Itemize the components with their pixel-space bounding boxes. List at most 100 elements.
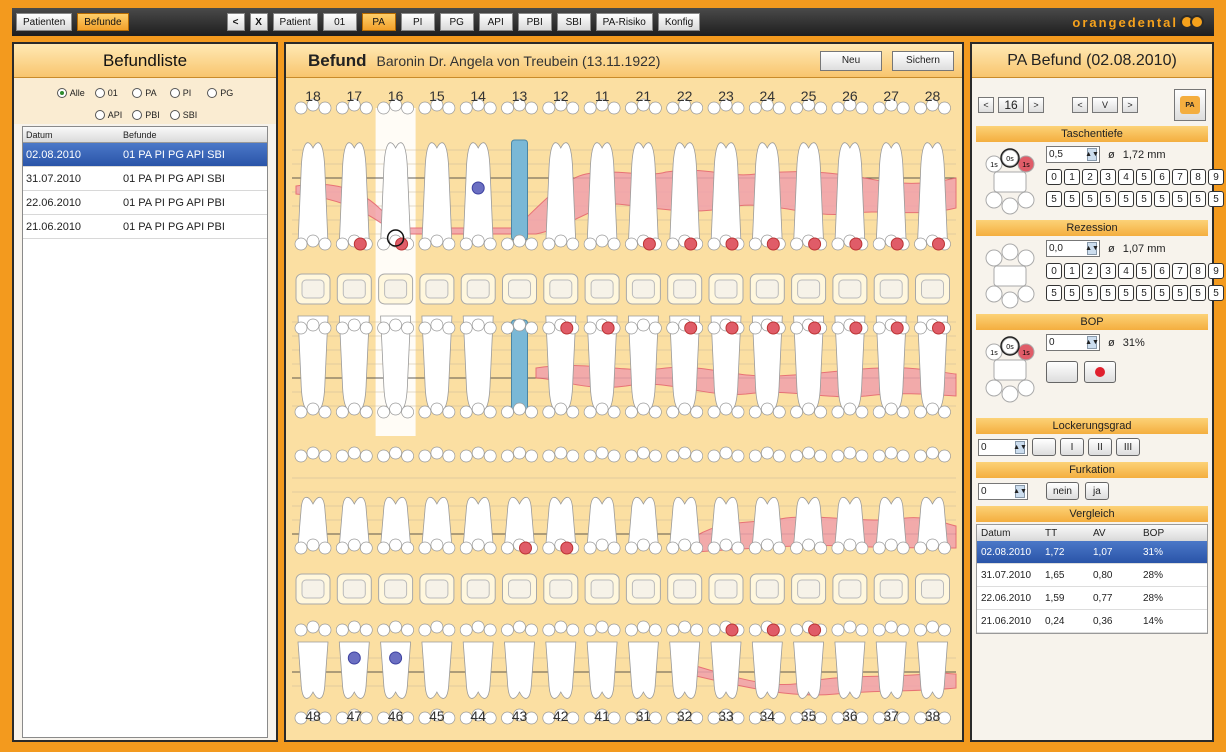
back-button[interactable]: <: [226, 13, 245, 31]
tab-befunde[interactable]: Befunde: [77, 13, 129, 31]
stepper-arrows-icon[interactable]: ▲▼: [1013, 440, 1027, 454]
filter-01[interactable]: 01: [94, 84, 123, 103]
filter-api[interactable]: API: [94, 106, 122, 125]
tooth-number[interactable]: 17: [347, 88, 363, 104]
digit-key[interactable]: 1: [1064, 169, 1080, 185]
bop-stepper[interactable]: 0 ▲▼: [1046, 334, 1100, 351]
stepper-arrows-icon[interactable]: ▲▼: [1085, 242, 1099, 255]
table-row[interactable]: 21.06.2010 01 PA PI PG API PBI: [23, 215, 267, 239]
table-row[interactable]: 31.07.2010 1,65 0,80 28%: [977, 564, 1207, 587]
tab-patient[interactable]: Patient: [272, 13, 318, 31]
digit-key[interactable]: 5: [1082, 285, 1098, 301]
filter-pa[interactable]: PA: [132, 84, 160, 103]
table-row[interactable]: 02.08.2010 1,72 1,07 31%: [977, 541, 1207, 564]
tooth-number[interactable]: 42: [553, 708, 569, 724]
digit-key[interactable]: 6: [1154, 169, 1170, 185]
stepper-arrows-icon[interactable]: ▲▼: [1085, 336, 1099, 349]
tab-pi[interactable]: PI: [400, 13, 435, 31]
table-row[interactable]: 21.06.2010 0,24 0,36 14%: [977, 610, 1207, 633]
table-row[interactable]: 31.07.2010 01 PA PI PG API SBI: [23, 167, 267, 191]
tab-pg[interactable]: PG: [439, 13, 474, 31]
tooth-number[interactable]: 43: [512, 708, 528, 724]
digit-key[interactable]: 5: [1082, 191, 1098, 207]
tooth-number[interactable]: 35: [801, 708, 817, 724]
digit-key[interactable]: 8: [1190, 263, 1206, 279]
tooth-number[interactable]: 12: [553, 88, 569, 104]
tooth-number[interactable]: 21: [636, 88, 652, 104]
stepper-arrows-icon[interactable]: ▲▼: [1013, 484, 1027, 498]
tab-patienten[interactable]: Patienten: [16, 13, 73, 31]
column-av[interactable]: AV: [1093, 528, 1143, 539]
digit-key[interactable]: 7: [1172, 263, 1188, 279]
tooth-number[interactable]: 41: [594, 708, 610, 724]
digit-key[interactable]: 5: [1190, 191, 1206, 207]
filter-pbi[interactable]: PBI: [132, 106, 160, 125]
tooth-number[interactable]: 28: [925, 88, 941, 104]
tab-pbi[interactable]: PBI: [517, 13, 552, 31]
digit-key[interactable]: 5: [1136, 169, 1152, 185]
perio-chart[interactable]: 18 17 16 15 14 13 12 11 21 22 23 24 25 26 27 28 48 47 46 4…: [286, 78, 962, 740]
digit-key[interactable]: 5: [1136, 191, 1152, 207]
digit-key[interactable]: 9: [1208, 169, 1224, 185]
mobility-stepper[interactable]: 0 ▲▼: [978, 438, 1028, 456]
digit-key[interactable]: 9: [1208, 263, 1224, 279]
tab-sbi[interactable]: SBI: [556, 13, 591, 31]
digit-key[interactable]: 5: [1154, 285, 1170, 301]
no-bleeding-button[interactable]: [1046, 361, 1078, 383]
mobility-2-button[interactable]: II: [1088, 438, 1112, 456]
tooth-number[interactable]: 34: [760, 708, 776, 724]
digit-key[interactable]: 5: [1100, 285, 1116, 301]
digit-key[interactable]: 5: [1172, 285, 1188, 301]
digit-key[interactable]: 5: [1118, 285, 1134, 301]
tooth-number[interactable]: 44: [470, 708, 486, 724]
tooth-number[interactable]: 47: [347, 708, 363, 724]
digit-key[interactable]: 1: [1064, 263, 1080, 279]
mobility-0-button[interactable]: [1032, 438, 1056, 456]
digit-key[interactable]: 0: [1046, 169, 1062, 185]
digit-key[interactable]: 5: [1100, 191, 1116, 207]
filter-sbi[interactable]: SBI: [169, 106, 197, 125]
column-date[interactable]: Datum: [981, 528, 1045, 539]
table-row[interactable]: 22.06.2010 01 PA PI PG API PBI: [23, 191, 267, 215]
next-side-button[interactable]: >: [1122, 97, 1138, 113]
furcation-stepper[interactable]: 0 ▲▼: [978, 482, 1028, 500]
filter-alle[interactable]: Alle: [56, 84, 85, 103]
digit-key[interactable]: 5: [1208, 285, 1224, 301]
perio-chart-graphic[interactable]: [286, 78, 962, 740]
digit-key[interactable]: 2: [1082, 263, 1098, 279]
digit-key[interactable]: 5: [1064, 191, 1080, 207]
tooth-number[interactable]: 18: [305, 88, 321, 104]
tooth-number[interactable]: 16: [388, 88, 404, 104]
tooth-number[interactable]: 22: [677, 88, 693, 104]
digit-key[interactable]: 5: [1046, 191, 1062, 207]
tooth-number[interactable]: 27: [883, 88, 899, 104]
column-tt[interactable]: TT: [1045, 528, 1093, 539]
tooth-number[interactable]: 26: [842, 88, 858, 104]
tab-konfig[interactable]: Konfig: [657, 13, 701, 31]
digit-key[interactable]: 3: [1100, 263, 1116, 279]
table-row[interactable]: 22.06.2010 1,59 0,77 28%: [977, 587, 1207, 610]
digit-key[interactable]: 5: [1064, 285, 1080, 301]
digit-key[interactable]: 7: [1172, 169, 1188, 185]
pocket-depth-stepper[interactable]: 0,5 ▲▼: [1046, 146, 1100, 163]
digit-key[interactable]: 5: [1046, 285, 1062, 301]
digit-key[interactable]: 5: [1190, 285, 1206, 301]
new-button[interactable]: Neu: [820, 50, 882, 71]
tooth-number[interactable]: 14: [470, 88, 486, 104]
tooth-number[interactable]: 25: [801, 88, 817, 104]
tooth-number[interactable]: 15: [429, 88, 445, 104]
tooth-number[interactable]: 23: [718, 88, 734, 104]
mobility-1-button[interactable]: I: [1060, 438, 1084, 456]
filter-pi[interactable]: PI: [169, 84, 198, 103]
tooth-number[interactable]: 24: [760, 88, 776, 104]
pa-mode-button[interactable]: PA: [1174, 89, 1206, 121]
digit-key[interactable]: 3: [1100, 169, 1116, 185]
digit-key[interactable]: 4: [1118, 169, 1134, 185]
column-date[interactable]: Datum: [23, 130, 123, 140]
digit-key[interactable]: 5: [1208, 191, 1224, 207]
next-tooth-button[interactable]: >: [1028, 97, 1044, 113]
tooth-number[interactable]: 11: [595, 88, 610, 104]
tooth-number[interactable]: 13: [512, 88, 528, 104]
digit-key[interactable]: 0: [1046, 263, 1062, 279]
digit-key[interactable]: 5: [1154, 191, 1170, 207]
